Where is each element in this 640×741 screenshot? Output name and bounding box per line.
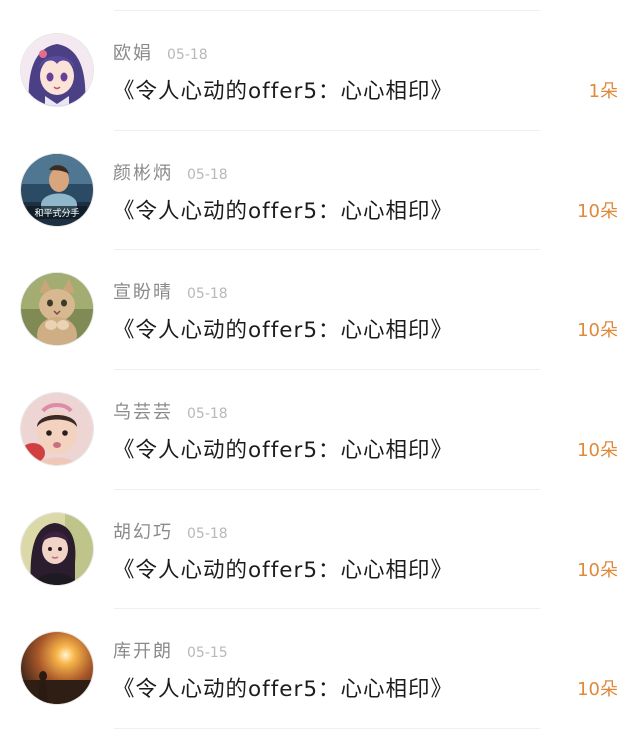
flower-count: 10朵 — [577, 559, 618, 581]
user-name[interactable]: 胡幻巧 — [113, 518, 173, 544]
avatar[interactable] — [21, 632, 93, 705]
user-name[interactable]: 宣盼晴 — [113, 278, 173, 304]
avatar[interactable]: 和平式分手 — [21, 153, 93, 226]
post-date: 05-18 — [187, 406, 228, 423]
anime-girl-avatar-icon — [21, 34, 93, 106]
cat-avatar-icon — [21, 273, 93, 346]
avatar[interactable] — [21, 34, 93, 106]
user-name[interactable]: 乌芸芸 — [113, 398, 173, 424]
baby-avatar-icon — [21, 393, 93, 466]
sunset-avatar-icon — [21, 632, 93, 705]
flower-count: 10朵 — [577, 679, 618, 701]
list-item[interactable]: 库开朗 05-15 《令人心动的offer5：心心相印》 10朵 — [0, 609, 640, 729]
list-item[interactable]: 胡幻巧 05-18 《令人心动的offer5：心心相印》 10朵 — [0, 490, 640, 610]
list-item[interactable]: 和平式分手 颜彬炳 05-18 《令人心动的offer5：心心相印》 10朵 — [0, 131, 640, 251]
list-item[interactable]: 欧娟 05-18 《令人心动的offer5：心心相印》 1朵 — [0, 11, 640, 131]
avatar[interactable] — [21, 512, 93, 585]
show-title: 《令人心动的offer5：心心相印》 — [113, 557, 454, 583]
flower-count: 10朵 — [577, 320, 618, 342]
girl-portrait-avatar-icon — [21, 512, 93, 585]
flower-count: 10朵 — [577, 200, 618, 222]
flower-count: 1朵 — [588, 81, 618, 102]
user-name[interactable]: 颜彬炳 — [113, 159, 173, 185]
list-item[interactable]: 乌芸芸 05-18 《令人心动的offer5：心心相印》 10朵 — [0, 370, 640, 490]
post-date: 05-18 — [187, 166, 228, 183]
avatar-caption: 和平式分手 — [34, 207, 79, 219]
user-name[interactable]: 欧娟 — [113, 39, 153, 65]
list-item[interactable]: 宣盼晴 05-18 《令人心动的offer5：心心相印》 10朵 — [0, 250, 640, 370]
gift-list: 欧娟 05-18 《令人心动的offer5：心心相印》 1朵 和平式分手 颜彬炳… — [0, 11, 640, 729]
avatar[interactable] — [21, 393, 93, 466]
show-title: 《令人心动的offer5：心心相印》 — [113, 677, 454, 703]
avatar[interactable] — [21, 273, 93, 346]
post-date: 05-18 — [187, 525, 228, 542]
show-title: 《令人心动的offer5：心心相印》 — [113, 438, 454, 464]
post-date: 05-18 — [167, 47, 208, 63]
user-name[interactable]: 库开朗 — [113, 637, 173, 663]
game-character-avatar-icon: 和平式分手 — [21, 153, 93, 226]
show-title: 《令人心动的offer5：心心相印》 — [113, 198, 454, 224]
post-date: 05-18 — [187, 286, 228, 303]
flower-count: 10朵 — [577, 440, 618, 462]
show-title: 《令人心动的offer5：心心相印》 — [113, 318, 454, 344]
show-title: 《令人心动的offer5：心心相印》 — [113, 79, 454, 104]
post-date: 05-15 — [187, 645, 228, 662]
